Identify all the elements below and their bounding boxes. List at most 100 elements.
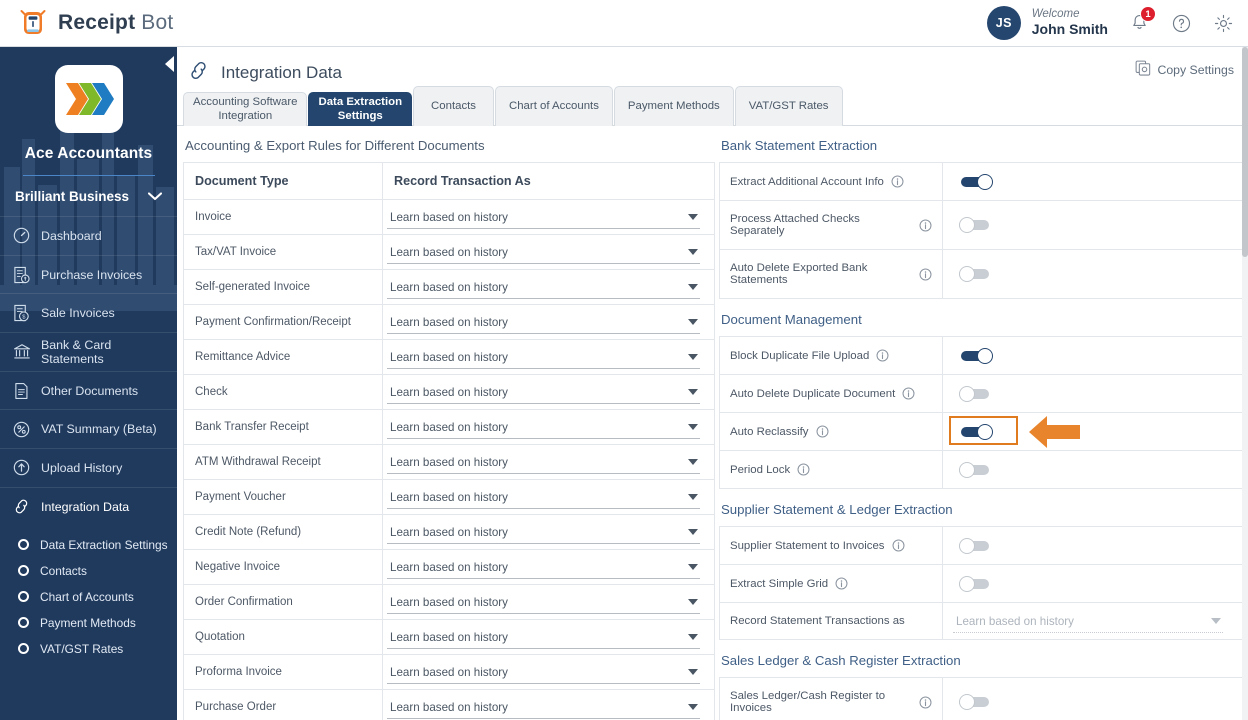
record-transaction-as-select[interactable]: Learn based on history — [387, 628, 700, 649]
table-row: Check Learn based on history — [183, 374, 715, 410]
record-transaction-as-select[interactable]: Learn based on history — [387, 243, 700, 264]
record-transaction-as-select[interactable]: Learn based on history — [387, 208, 700, 229]
settings-section: Sales Ledger & Cash Register Extraction S… — [719, 653, 1248, 720]
settings-toggle[interactable] — [959, 266, 995, 282]
sidebar-item-purchase-invoices[interactable]: Purchase Invoices — [0, 254, 177, 294]
toggle-knob — [959, 537, 975, 554]
radio-icon — [18, 617, 29, 628]
table-row: Purchase Order Learn based on history — [183, 689, 715, 720]
settings-button[interactable] — [1212, 11, 1234, 35]
document-rules-table: Document Type Record Transaction As Invo… — [183, 162, 715, 720]
record-transaction-as-select[interactable]: Learn based on history — [387, 453, 700, 474]
column-header-record-transaction-as: Record Transaction As — [394, 174, 531, 188]
sidebar-item-label: Integration Data — [41, 499, 130, 514]
record-transaction-as-select[interactable]: Learn based on history — [387, 488, 700, 509]
settings-toggle[interactable] — [959, 385, 995, 402]
toggle-knob — [959, 694, 975, 710]
left-section-title: Accounting & Export Rules for Different … — [185, 138, 485, 153]
info-icon[interactable] — [891, 175, 904, 188]
info-icon[interactable] — [876, 349, 889, 362]
toggle-knob — [959, 461, 975, 478]
settings-toggle[interactable] — [959, 537, 995, 554]
sidebar: Ace Accountants Brilliant Business Dashb… — [0, 47, 177, 720]
sidebar-item-payment-methods[interactable]: Payment Methods — [0, 610, 177, 636]
settings-toggle[interactable] — [959, 694, 995, 710]
info-icon[interactable] — [902, 387, 915, 400]
document-type-cell: Quotation — [195, 631, 245, 643]
settings-toggle[interactable] — [959, 423, 995, 440]
info-icon[interactable] — [919, 268, 932, 281]
tab-vat-gst-rates[interactable]: VAT/GST Rates — [734, 85, 843, 126]
record-statement-transactions-select[interactable]: Learn based on history — [953, 612, 1223, 633]
select-value: Learn based on history — [387, 278, 700, 299]
settings-toggle[interactable] — [959, 347, 995, 364]
record-transaction-as-select[interactable]: Learn based on history — [387, 558, 700, 579]
settings-toggle[interactable] — [959, 575, 995, 592]
record-transaction-as-select[interactable]: Learn based on history — [387, 698, 700, 719]
sidebar-item-chart-of-accounts[interactable]: Chart of Accounts — [0, 584, 177, 610]
sidebar-item-upload-history[interactable]: Upload History — [0, 448, 177, 487]
tab-bar: Accounting Software Integration Data Ext… — [177, 85, 1248, 126]
org-logo — [54, 65, 123, 133]
sidebar-item-integration-data[interactable]: Integration Data — [0, 486, 177, 526]
sidebar-item-bank-card-statements[interactable]: Bank & Card Statements — [0, 332, 177, 371]
chevrons-logo-icon — [65, 83, 114, 115]
vertical-scrollbar[interactable] — [1242, 47, 1248, 720]
receipt-bot-logo-icon — [18, 8, 48, 38]
sidebar-item-data-extraction-settings[interactable]: Data Extraction Settings — [0, 532, 177, 558]
radio-icon — [18, 565, 29, 576]
table-row: Proforma Invoice Learn based on history — [183, 654, 715, 690]
tab-payment-methods[interactable]: Payment Methods — [613, 85, 734, 126]
toggle-knob — [977, 173, 993, 190]
settings-toggle[interactable] — [959, 217, 995, 233]
chevron-down-icon — [688, 563, 698, 570]
record-transaction-as-select[interactable]: Learn based on history — [387, 418, 700, 439]
sale-invoice-icon: $ — [11, 303, 32, 323]
pointer-arrow-icon — [1027, 414, 1082, 455]
sidebar-item-label: Bank & Card Statements — [41, 337, 112, 366]
info-icon[interactable] — [919, 219, 932, 232]
sidebar-item-dashboard[interactable]: Dashboard — [0, 216, 177, 255]
sidebar-item-other-documents[interactable]: Other Documents — [0, 370, 177, 410]
tab-accounting-software-integration[interactable]: Accounting Software Integration — [183, 92, 308, 126]
record-transaction-as-select[interactable]: Learn based on history — [387, 523, 700, 544]
table-row: Self-generated Invoice Learn based on his… — [183, 269, 715, 305]
info-icon[interactable] — [797, 463, 810, 476]
info-icon[interactable] — [892, 539, 905, 552]
record-transaction-as-select[interactable]: Learn based on history — [387, 313, 700, 334]
help-button[interactable] — [1170, 11, 1192, 35]
sidebar-item-vat-gst-rates[interactable]: VAT/GST Rates — [0, 636, 177, 662]
avatar[interactable]: JS — [986, 6, 1021, 40]
top-bar-right: JS Welcome John Smith 1 — [986, 6, 1234, 40]
select-value: Learn based on history — [387, 523, 700, 544]
sidebar-collapse-button[interactable] — [161, 51, 177, 77]
record-transaction-as-select[interactable]: Learn based on history — [387, 383, 700, 404]
record-transaction-as-select[interactable]: Learn based on history — [387, 278, 700, 299]
info-icon[interactable] — [816, 425, 829, 438]
brand[interactable]: Receipt Bot — [18, 8, 173, 38]
record-transaction-as-select[interactable]: Learn based on history — [387, 593, 700, 614]
welcome-block: Welcome John Smith — [1032, 7, 1108, 40]
sidebar-item-vat-summary[interactable]: VAT Summary (Beta) — [0, 409, 177, 448]
record-transaction-as-select[interactable]: Learn based on history — [387, 663, 700, 684]
sidebar-item-contacts[interactable]: Contacts — [0, 558, 177, 584]
info-icon[interactable] — [919, 696, 932, 709]
sidebar-item-label: VAT Summary (Beta) — [41, 422, 157, 437]
tab-chart-of-accounts[interactable]: Chart of Accounts — [495, 85, 613, 126]
info-icon[interactable] — [835, 577, 848, 590]
scrollbar-thumb[interactable] — [1242, 47, 1248, 257]
copy-settings-button[interactable]: Copy Settings — [1129, 60, 1234, 79]
settings-toggle[interactable] — [959, 173, 995, 190]
sidebar-subnav: Data Extraction Settings Contacts Chart … — [0, 526, 177, 662]
chevron-left-icon — [164, 56, 174, 72]
business-selector[interactable]: Brilliant Business — [0, 176, 177, 216]
tab-data-extraction-settings[interactable]: Data Extraction Settings — [308, 92, 413, 126]
notifications-button[interactable]: 1 — [1128, 6, 1156, 35]
settings-toggle[interactable] — [959, 461, 995, 478]
tab-contacts[interactable]: Contacts — [413, 85, 494, 126]
record-transaction-as-select[interactable]: Learn based on history — [387, 348, 700, 369]
select-value: Learn based on history — [387, 593, 700, 614]
sidebar-item-sale-invoices[interactable]: $ Sale Invoices — [0, 293, 177, 332]
chevron-down-icon — [688, 703, 698, 710]
sidebar-item-label: Dashboard — [41, 228, 102, 243]
